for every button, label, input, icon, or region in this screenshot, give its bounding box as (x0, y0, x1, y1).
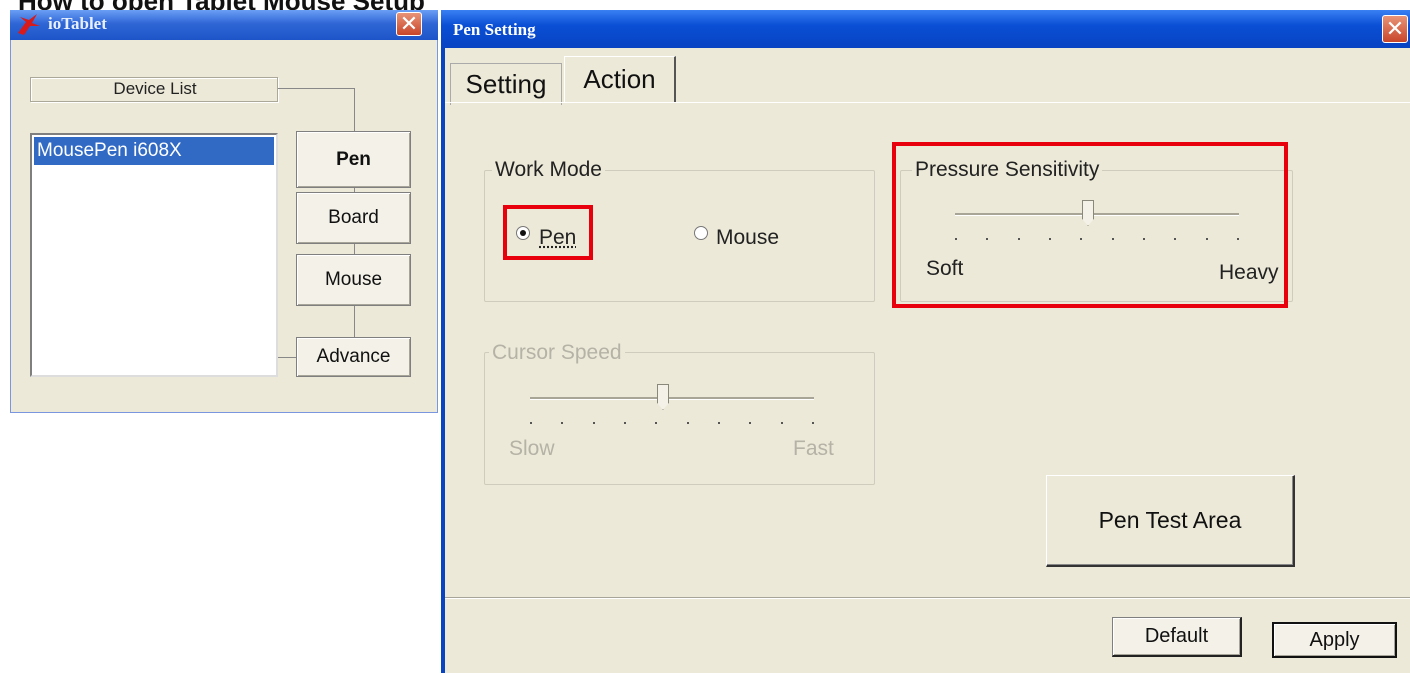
tab-action[interactable]: Action (564, 56, 676, 102)
cursor-speed-slider[interactable] (530, 384, 814, 435)
bottom-separator-highlight (445, 598, 1410, 599)
slider-tick (593, 422, 595, 424)
device-list-header: Device List (30, 77, 278, 102)
slider-tick (718, 422, 720, 424)
pressure-min-label: Soft (926, 257, 964, 280)
slider-tick (781, 422, 783, 424)
slider-tick (1174, 238, 1176, 240)
cursor-speed-thumb[interactable] (657, 384, 669, 410)
slider-tick (687, 422, 689, 424)
cursor-speed-track (530, 397, 814, 400)
close-icon: ✕ (1385, 16, 1405, 41)
slider-tick (1049, 238, 1051, 240)
slider-tick (1143, 238, 1145, 240)
pen-button[interactable]: Pen (296, 131, 411, 188)
iotablet-titlebar[interactable]: ioTablet ✕ (10, 10, 438, 40)
slider-tick (1018, 238, 1020, 240)
pressure-slider[interactable] (955, 200, 1239, 251)
slider-tick (986, 238, 988, 240)
connector-line (278, 88, 354, 89)
pressure-thumb[interactable] (1082, 200, 1094, 226)
device-list-box[interactable]: MousePen i608X (30, 133, 278, 377)
work-mode-label: Work Mode (492, 158, 605, 182)
window-border (441, 10, 445, 673)
slider-tick (1237, 238, 1239, 240)
device-list-item[interactable]: MousePen i608X (34, 137, 274, 165)
cursor-speed-max-label: Fast (793, 437, 834, 460)
mouse-button[interactable]: Mouse (296, 254, 411, 306)
pen-radio[interactable] (516, 226, 530, 240)
slider-tick (955, 238, 957, 240)
slider-tick (530, 422, 532, 424)
slider-tick (655, 422, 657, 424)
slider-tick (812, 422, 814, 424)
default-button[interactable]: Default (1112, 617, 1242, 657)
pen-radio-label[interactable]: Pen (539, 226, 576, 250)
board-button[interactable]: Board (296, 192, 411, 244)
slider-tick (624, 422, 626, 424)
apply-button[interactable]: Apply (1272, 622, 1397, 658)
device-list-label: Device List (113, 79, 197, 98)
pressure-track (955, 213, 1239, 216)
pen-setting-title: Pen Setting (453, 20, 536, 39)
tab-setting[interactable]: Setting (450, 63, 562, 105)
mouse-radio-label[interactable]: Mouse (716, 226, 779, 250)
pen-setting-close-button[interactable]: ✕ (1382, 15, 1408, 43)
slider-tick (1112, 238, 1114, 240)
slider-tick (1206, 238, 1208, 240)
cursor-speed-min-label: Slow (509, 437, 555, 460)
advance-button[interactable]: Advance (296, 337, 411, 377)
pen-setting-titlebar[interactable]: Pen Setting ✕ (441, 10, 1410, 48)
iotablet-close-button[interactable]: ✕ (396, 12, 422, 36)
slider-tick (749, 422, 751, 424)
cursor-speed-label: Cursor Speed (489, 341, 625, 365)
tab-panel-border (445, 102, 1410, 103)
pressure-label: Pressure Sensitivity (912, 158, 1103, 182)
pen-test-area[interactable]: Pen Test Area (1046, 475, 1295, 567)
pressure-max-label: Heavy (1219, 261, 1279, 284)
close-icon: ✕ (399, 11, 419, 36)
slider-tick (1080, 238, 1082, 240)
iotablet-title: ioTablet (48, 14, 107, 33)
mouse-radio[interactable] (694, 226, 708, 240)
slider-tick (561, 422, 563, 424)
connector-line (278, 357, 296, 358)
iotablet-logo-icon (18, 14, 40, 35)
